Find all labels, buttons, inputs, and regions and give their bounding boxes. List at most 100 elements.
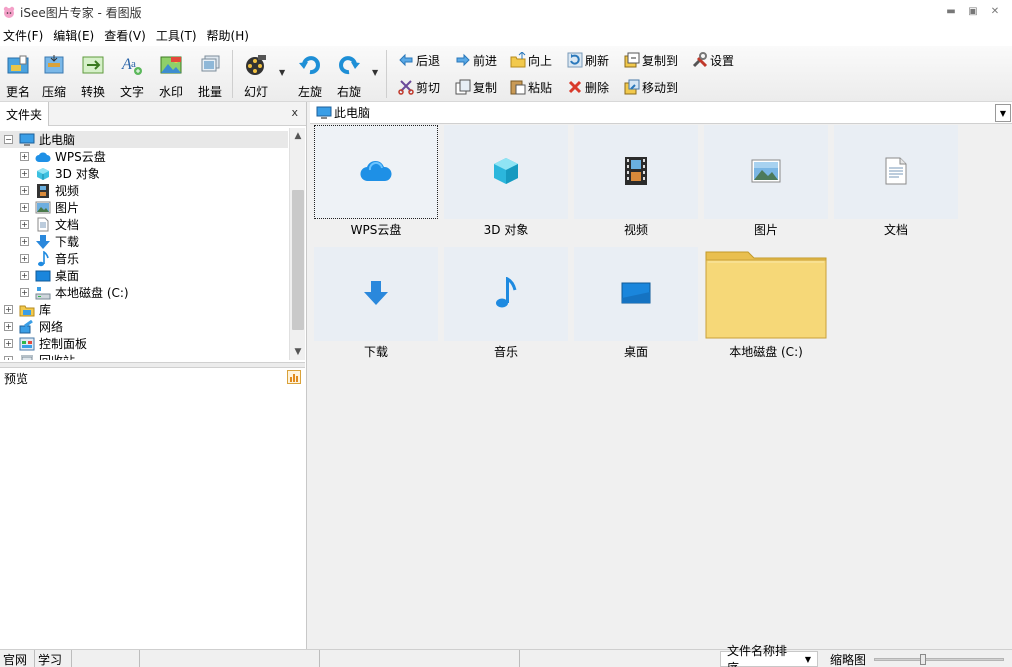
tree-item-library[interactable]: + 库	[0, 301, 51, 318]
expand-icon[interactable]: +	[4, 356, 13, 360]
up-button[interactable]: 向上	[510, 50, 552, 70]
thumbnail-item[interactable]: 图片	[704, 125, 828, 241]
delete-button[interactable]: 删除	[567, 77, 609, 97]
menu-help[interactable]: 帮助(H)	[204, 27, 253, 44]
move-to-button[interactable]: 移动到	[624, 77, 678, 97]
expand-icon[interactable]: +	[20, 169, 29, 178]
expand-icon[interactable]: +	[20, 237, 29, 246]
expand-icon[interactable]: +	[4, 339, 13, 348]
tab-folders[interactable]: 文件夹	[0, 102, 50, 126]
slideshow-dropdown-icon[interactable]: ▼	[279, 68, 285, 77]
scroll-down-icon[interactable]: ▼	[290, 344, 306, 360]
thumbnail-item[interactable]: 3D 对象	[444, 125, 568, 241]
batch-button[interactable]: 批量	[192, 52, 228, 100]
tree-item-downloads[interactable]: + 下载	[0, 233, 79, 250]
thumbnail-item[interactable]: 视频	[574, 125, 698, 241]
cloud-icon	[35, 149, 51, 165]
official-site-link[interactable]: 官网	[0, 650, 35, 667]
tree-item-this-pc[interactable]: − 此电脑	[0, 131, 288, 148]
tree-item-desktop[interactable]: + 桌面	[0, 267, 79, 284]
rotate-right-icon	[336, 52, 362, 77]
thumbnail-item[interactable]: 下载	[314, 247, 438, 363]
forward-button[interactable]: 前进	[455, 50, 497, 70]
expand-icon[interactable]: +	[20, 288, 29, 297]
tree-item-videos[interactable]: + 视频	[0, 182, 79, 199]
paste-button[interactable]: 粘贴	[510, 77, 552, 97]
menu-tools[interactable]: 工具(T)	[153, 27, 201, 44]
thumbnail-label: 本地磁盘 (C:)	[729, 345, 803, 359]
refresh-icon	[567, 52, 583, 68]
panel-close-icon[interactable]: x	[291, 106, 298, 119]
rotate-right-button[interactable]: 右旋	[331, 52, 367, 100]
address-path: 此电脑	[334, 106, 371, 120]
computer-icon	[316, 105, 332, 121]
thumbnail-item[interactable]: 音乐	[444, 247, 568, 363]
expand-icon[interactable]: +	[20, 203, 29, 212]
menu-view[interactable]: 查看(V)	[101, 27, 150, 44]
tree-item-pictures[interactable]: + 图片	[0, 199, 79, 216]
expand-icon[interactable]: +	[20, 152, 29, 161]
scrollbar-thumb[interactable]	[292, 190, 304, 330]
tree-item-recycle-bin[interactable]: + 回收站	[0, 352, 75, 360]
thumbnail-label: 文档	[883, 223, 908, 237]
thumbnail-label: 下载	[363, 345, 388, 359]
tree-scrollbar[interactable]: ▲ ▼	[289, 128, 305, 360]
slideshow-button[interactable]: 幻灯	[238, 52, 274, 100]
tree-item-documents[interactable]: + 文档	[0, 216, 79, 233]
expand-icon[interactable]: +	[20, 254, 29, 263]
tree-item-wps-cloud[interactable]: + WPS云盘	[0, 148, 106, 165]
thumbnail-item[interactable]: 本地磁盘 (C:)	[704, 247, 828, 363]
menu-edit[interactable]: 编辑(E)	[50, 27, 98, 44]
menu-file[interactable]: 文件(F)	[0, 27, 47, 44]
preview-header: 预览	[0, 368, 305, 388]
copy-to-button[interactable]: 复制到	[624, 50, 678, 70]
control-panel-icon	[19, 336, 35, 352]
back-button[interactable]: 后退	[398, 50, 440, 70]
minimize-icon[interactable]: ▬	[940, 2, 962, 20]
text-button[interactable]: Aa 文字	[114, 52, 150, 100]
address-bar[interactable]: 此电脑 ▼	[310, 102, 1012, 124]
rename-button[interactable]: 更名	[0, 52, 36, 100]
expand-icon[interactable]: +	[20, 186, 29, 195]
convert-button[interactable]: 转换	[75, 52, 111, 100]
tree-item-control-panel[interactable]: + 控制面板	[0, 335, 87, 352]
document-icon	[35, 217, 51, 233]
close-icon[interactable]: ✕	[984, 2, 1006, 20]
rotate-left-button[interactable]: 左旋	[292, 52, 328, 100]
recycle-bin-icon	[19, 353, 35, 360]
tree-item-local-disk[interactable]: + 本地磁盘 (C:)	[0, 284, 129, 301]
scroll-up-icon[interactable]: ▲	[290, 128, 306, 144]
tree-item-music[interactable]: + 音乐	[0, 250, 79, 267]
compress-button[interactable]: 压缩	[36, 52, 72, 100]
rotate-dropdown-icon[interactable]: ▼	[372, 68, 378, 77]
status-bar: 官网 学习 文件名称排序 ▼ 缩略图	[0, 644, 1012, 667]
sort-dropdown[interactable]: 文件名称排序 ▼	[720, 644, 818, 667]
histogram-icon[interactable]	[287, 370, 301, 387]
settings-button[interactable]: 设置	[692, 50, 734, 70]
app-logo-icon	[2, 5, 16, 19]
thumbnail-item[interactable]: 桌面	[574, 247, 698, 363]
learn-link[interactable]: 学习	[35, 650, 72, 667]
zoom-slider[interactable]	[874, 658, 1004, 661]
thumbnail-item[interactable]: 文档	[834, 125, 958, 241]
tree-item-3d-objects[interactable]: + 3D 对象	[0, 165, 100, 182]
thumbnail-item[interactable]: WPS云盘	[314, 125, 438, 241]
view-mode-label: 缩略图	[830, 653, 867, 667]
batch-icon	[197, 52, 223, 77]
copy-button[interactable]: 复制	[455, 77, 497, 97]
watermark-button[interactable]: 水印	[153, 52, 189, 100]
expand-icon[interactable]: +	[4, 305, 13, 314]
status-cell	[320, 650, 520, 667]
expand-icon[interactable]: +	[20, 271, 29, 280]
tree-item-network[interactable]: + 网络	[0, 318, 63, 335]
refresh-button[interactable]: 刷新	[567, 50, 609, 70]
zoom-slider-thumb[interactable]	[920, 654, 926, 665]
address-dropdown-icon[interactable]: ▼	[995, 104, 1011, 122]
maximize-icon[interactable]: ▣	[962, 2, 984, 20]
rename-icon	[5, 52, 31, 77]
picture-icon	[751, 159, 781, 186]
collapse-icon[interactable]: −	[4, 135, 13, 144]
cut-button[interactable]: 剪切	[398, 77, 440, 97]
expand-icon[interactable]: +	[4, 322, 13, 331]
expand-icon[interactable]: +	[20, 220, 29, 229]
